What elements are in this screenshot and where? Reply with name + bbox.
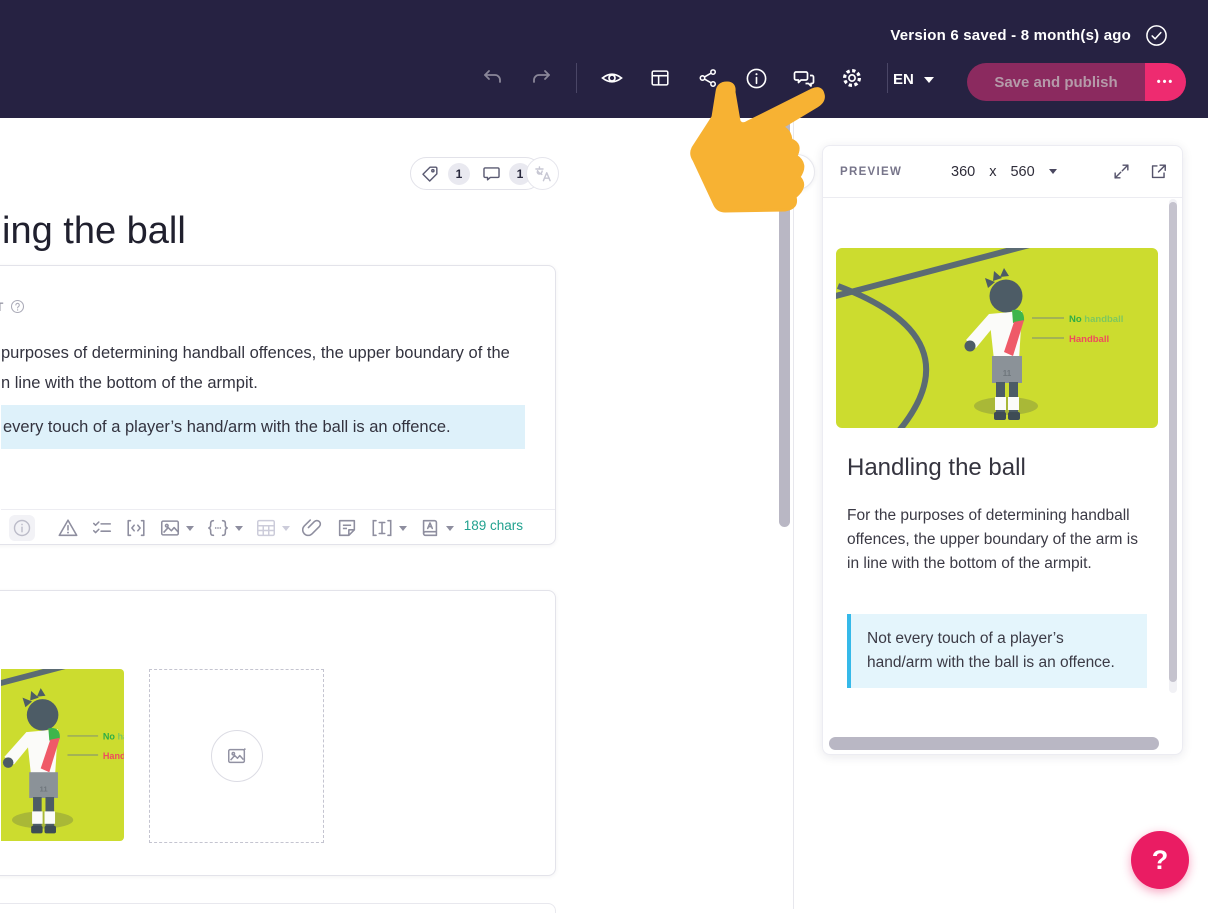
comment-icon — [482, 164, 501, 183]
tag-count-badge: 1 — [448, 162, 470, 185]
toolbar-divider — [576, 63, 577, 93]
variables-tool-icon[interactable] — [206, 517, 243, 539]
preview-vertical-scrollbar[interactable] — [1169, 202, 1177, 682]
image-upload-placeholder[interactable] — [149, 669, 324, 843]
paragraph-line-2: n line with the bottom of the armpit. — [1, 374, 258, 392]
panel-divider — [793, 118, 794, 909]
text-block-card: T purposes of determining handball offen… — [0, 265, 556, 545]
chevron-down-icon — [399, 525, 407, 531]
preview-card-title: Handling the ball — [847, 454, 1026, 481]
preview-illustration: 11 No handball Handball — [836, 248, 1158, 428]
preview-horizontal-scrollbar[interactable] — [829, 737, 1159, 750]
svg-text:No handball: No handball — [1069, 314, 1123, 325]
code-block-tool-icon[interactable] — [125, 517, 147, 539]
image-block-card: 11 No handball Handball — [0, 590, 556, 876]
language-selector[interactable]: EN — [893, 71, 934, 88]
svg-text:11: 11 — [40, 784, 49, 793]
layout-icon[interactable] — [647, 65, 673, 91]
glossary-tool-icon[interactable] — [419, 517, 454, 539]
callout-text: every touch of a player’s hand/arm with … — [3, 417, 451, 436]
chevron-down-icon — [923, 76, 934, 83]
save-split-button: Save and publish ••• — [967, 63, 1186, 101]
redo-icon[interactable] — [528, 65, 554, 91]
add-image-icon — [210, 730, 263, 782]
info-icon[interactable] — [743, 65, 769, 91]
translate-icon — [534, 165, 551, 181]
help-button[interactable]: ? — [1131, 831, 1189, 889]
warning-tool-icon[interactable] — [57, 517, 79, 539]
chevron-down-icon — [282, 525, 290, 531]
preview-header: PREVIEW 360 x 560 — [823, 146, 1182, 198]
settings-gear-icon[interactable] — [839, 65, 865, 91]
undo-icon[interactable] — [480, 65, 506, 91]
preview-height: 560 — [1010, 163, 1035, 180]
handball-illustration-thumb: 11 No handball Handball — [1, 669, 124, 841]
more-actions-button[interactable]: ••• — [1145, 63, 1186, 101]
svg-text:Handball: Handball — [1069, 334, 1109, 345]
tags-comments-pill[interactable]: 1 1 — [410, 157, 542, 190]
tag-icon — [421, 164, 440, 183]
svg-text:11: 11 — [1003, 369, 1012, 378]
chevron-down-icon — [446, 525, 454, 531]
help-button-label: ? — [1151, 844, 1169, 875]
text-placeholder-tool-icon[interactable] — [370, 517, 407, 539]
next-block-card-edge — [0, 903, 556, 913]
toolbar-divider — [887, 63, 888, 93]
chevron-right-icon — [794, 166, 801, 178]
info-tool-icon[interactable] — [9, 515, 35, 541]
translate-button[interactable] — [526, 157, 559, 190]
chevron-down-icon — [186, 525, 194, 531]
collapse-preview-button[interactable] — [779, 154, 815, 190]
note-tool-icon[interactable] — [336, 517, 358, 539]
handball-illustration: 11 No handball Handball — [836, 248, 1158, 428]
block-label-fragment: T — [0, 300, 4, 314]
page-title: ing the ball — [2, 210, 186, 252]
version-status: Version 6 saved - 8 month(s) ago — [890, 27, 1131, 44]
table-tool-icon[interactable] — [255, 517, 290, 539]
preview-card-callout: Not every touch of a player’s hand/arm w… — [847, 614, 1147, 688]
preview-size-selector[interactable]: 360 x 560 — [951, 164, 1057, 180]
chevron-down-icon — [1048, 169, 1057, 174]
preview-width: 360 — [951, 163, 976, 180]
preview-size-separator: x — [989, 163, 997, 180]
paragraph-line-1: purposes of determining handball offence… — [1, 344, 510, 362]
char-count: 189 chars — [463, 518, 523, 533]
image-thumbnail[interactable]: 11 No handball Handball — [1, 669, 124, 841]
preview-eye-icon[interactable] — [599, 65, 625, 91]
saved-check-icon — [1145, 24, 1168, 47]
top-bar: Version 6 saved - 8 month(s) ago EN Save… — [0, 0, 1208, 118]
svg-text:No handball: No handball — [103, 732, 124, 742]
open-in-new-window-icon[interactable] — [1149, 162, 1168, 181]
preview-panel: PREVIEW 360 x 560 11 No handball Handbal… — [822, 145, 1183, 755]
share-icon[interactable] — [695, 65, 721, 91]
comments-icon[interactable] — [791, 65, 817, 91]
preview-card-body: For the purposes of determining handball… — [847, 507, 1138, 572]
language-label: EN — [893, 71, 914, 88]
help-circle-icon[interactable] — [10, 299, 25, 314]
expand-preview-icon[interactable] — [1112, 162, 1131, 181]
save-and-publish-button[interactable]: Save and publish — [967, 63, 1145, 101]
preview-label: PREVIEW — [840, 165, 903, 178]
checklist-tool-icon[interactable] — [91, 517, 113, 539]
svg-text:Handball: Handball — [103, 751, 124, 761]
insert-image-tool-icon[interactable] — [159, 517, 194, 539]
chevron-down-icon — [235, 525, 243, 531]
attachment-tool-icon[interactable] — [302, 517, 324, 539]
